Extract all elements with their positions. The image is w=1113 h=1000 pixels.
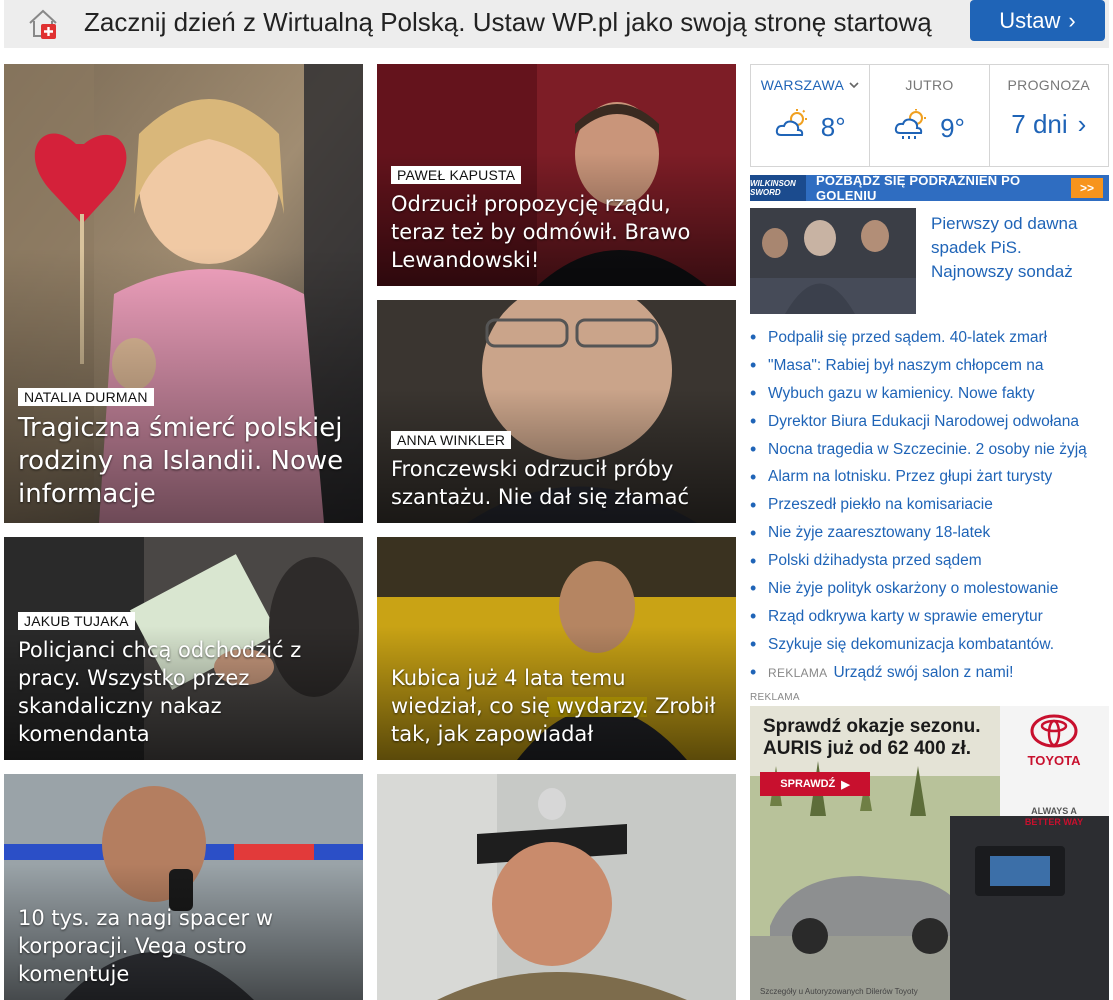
tile-title: 10 tys. za nagi spacer w korporacji. Veg… (18, 906, 274, 986)
ad-tagline-1: ALWAYS A (1031, 806, 1077, 816)
set-homepage-button[interactable]: Ustaw › (970, 0, 1105, 41)
chevron-right-icon: › (1068, 7, 1076, 33)
bullet-icon: • (750, 550, 757, 571)
start-page-banner: Zacznij dzień z Wirtualną Polską. Ustaw … (4, 0, 1109, 48)
tile-author: JAKUB TUJAKA (18, 612, 135, 630)
news-link[interactable]: Rząd odkrywa karty w sprawie emerytur (768, 608, 1043, 626)
news-tile[interactable] (377, 774, 736, 1000)
news-list: • Podpalił się przed sądem. 40-latek zmar… (750, 324, 1109, 687)
tile-title: Fronczewski odrzucił próby szantażu. Nie… (391, 457, 690, 509)
officer-photo (377, 774, 736, 1000)
news-link[interactable]: Urządź swój salon z nami! (833, 664, 1013, 682)
bullet-icon: • (750, 327, 757, 348)
bullet-icon: • (750, 634, 757, 655)
wilkinson-ad-strip[interactable]: WILKINSON SWORD POZBĄDŹ SIĘ PODRAŻNIEŃ P… (750, 173, 1109, 203)
list-item[interactable]: • Alarm na lotnisku. Przez głupi żart tur… (750, 463, 1109, 491)
list-item[interactable]: • "Masa": Rabiej był naszym chłopcem na (750, 352, 1109, 380)
chevron-right-icon: › (1077, 109, 1087, 139)
wilkinson-slogan: POZBĄDŹ SIĘ PODRAŻNIEŃ PO GOLENIU (816, 173, 1021, 203)
bullet-icon: • (750, 662, 757, 683)
check-offer-label: SPRAWDŹ (780, 778, 836, 790)
news-link[interactable]: Nocna tragedia w Szczecinie. 2 osoby nie… (768, 441, 1087, 459)
weather-widget: WARSZAWA 8° JUTRO 9° PROGNOZA 7 dni › (750, 64, 1109, 167)
news-link[interactable]: "Masa": Rabiej był naszym chłopcem na (768, 357, 1043, 375)
wilkinson-logo: WILKINSON SWORD (750, 175, 806, 201)
tile-title: Tragiczna śmierć polskiej rodziny na Isl… (18, 413, 344, 509)
list-item[interactable]: • Polski dżihadysta przed sądem (750, 547, 1109, 575)
list-item[interactable]: • Nocna tragedia w Szczecinie. 2 osoby ni… (750, 436, 1109, 464)
list-item[interactable]: • Szykuje się dekomunizacja kombatantów. (750, 631, 1109, 659)
tomorrow-label: JUTRO (905, 77, 954, 93)
news-tile[interactable]: PAWEŁ KAPUSTA Odrzucił propozycję rządu,… (377, 64, 736, 286)
list-item[interactable]: • Nie żyje zaaresztowany 18-latek (750, 519, 1109, 547)
list-item[interactable]: • Rząd odkrywa karty w sprawie emerytur (750, 603, 1109, 631)
bullet-icon: • (750, 383, 757, 404)
chevron-down-icon[interactable] (848, 77, 860, 93)
tile-author: NATALIA DURMAN (18, 388, 154, 406)
bullet-icon: • (750, 578, 757, 599)
bullet-icon: • (750, 439, 757, 459)
partly-cloudy-icon (775, 109, 811, 146)
bullet-icon: • (750, 494, 757, 515)
play-arrow-icon: ▶ (841, 778, 850, 791)
ad-price: AURIS już od 62 400 zł. (763, 738, 971, 759)
featured-story[interactable]: Pierwszy od dawna spadek PiS. Najnowszy … (750, 208, 1109, 314)
weather-forecast[interactable]: PROGNOZA 7 dni › (990, 65, 1108, 166)
city-name: WARSZAWA (760, 77, 844, 93)
ad-tag: REKLAMA (768, 665, 828, 680)
list-item[interactable]: • Przeszedł piekło na komisariacie (750, 491, 1109, 519)
wilkinson-arrow[interactable]: >> (1071, 178, 1103, 198)
toyota-logo-icon (1030, 714, 1078, 748)
parliament-photo (750, 208, 916, 314)
tile-title: Odrzucił propozycję rządu, teraz też by … (391, 192, 691, 272)
news-link[interactable]: Polski dżihadysta przed sądem (768, 552, 982, 570)
city-temp: 8° (820, 112, 846, 142)
news-link[interactable]: Nie żyje zaaresztowany 18-latek (768, 524, 990, 542)
home-plus-icon (26, 6, 60, 40)
news-tile[interactable]: JAKUB TUJAKA Policjanci chcą odchodzić z… (4, 537, 363, 760)
list-item[interactable]: • REKLAMA Urządź swój salon z nami! (750, 659, 1109, 687)
news-tile[interactable]: Kubica już 4 lata temu wiedział, co się … (377, 537, 736, 760)
set-homepage-label: Ustaw (999, 7, 1061, 33)
news-link[interactable]: Przeszedł piekło na komisariacie (768, 496, 993, 514)
banner-message: Zacznij dzień z Wirtualną Polską. Ustaw … (84, 7, 932, 37)
news-tile[interactable]: 10 tys. za nagi spacer w korporacji. Veg… (4, 774, 363, 1000)
weather-tomorrow[interactable]: JUTRO 9° (870, 65, 990, 166)
list-item[interactable]: • Wybuch gazu w kamienicy. Nowe fakty (750, 380, 1109, 408)
news-link[interactable]: Podpalił się przed sądem. 40-latek zmarł (768, 329, 1047, 347)
weather-city[interactable]: WARSZAWA 8° (751, 65, 871, 166)
ad-label: REKLAMA (750, 692, 800, 703)
bullet-icon: • (750, 355, 757, 376)
rain-cloud-icon (894, 109, 930, 148)
bullet-icon: • (750, 466, 757, 487)
toyota-ad[interactable]: Sprawdź okazje sezonu. AURIS już od 62 4… (750, 706, 1109, 1000)
list-item[interactable]: • Dyrektor Biura Edukacji Narodowej odwoł… (750, 408, 1109, 436)
bullet-icon: • (750, 522, 757, 543)
news-tile[interactable]: ANNA WINKLER Fronczewski odrzucił próby … (377, 300, 736, 523)
news-link[interactable]: Szykuje się dekomunizacja kombatantów. (768, 636, 1054, 654)
tile-title: Kubica już 4 lata temu wiedział, co się … (391, 666, 716, 746)
ad-headline: Sprawdź okazje sezonu. (763, 716, 981, 737)
list-item[interactable]: • Podpalił się przed sądem. 40-latek zmar… (750, 324, 1109, 352)
news-link[interactable]: Nie żyje polityk oskarżony o molestowani… (768, 580, 1058, 598)
ad-footnote: Szczegóły u Autoryzowanych Dilerów Toyot… (760, 987, 918, 996)
forecast-label: PROGNOZA (1007, 77, 1091, 93)
list-item[interactable]: • Nie żyje polityk oskarżony o molestowan… (750, 575, 1109, 603)
bullet-icon: • (750, 606, 757, 627)
ad-tagline-2: BETTER WAY (1024, 817, 1084, 827)
tile-author: ANNA WINKLER (391, 431, 512, 449)
tomorrow-temp: 9° (940, 113, 965, 143)
tile-author: PAWEŁ KAPUSTA (391, 166, 522, 184)
check-offer-button[interactable]: SPRAWDŹ ▶ (760, 772, 870, 796)
forecast-value: 7 dni (1011, 109, 1068, 139)
tile-title: Policjanci chcą odchodzić z pracy. Wszys… (18, 638, 302, 746)
news-link[interactable]: Wybuch gazu w kamienicy. Nowe fakty (768, 385, 1035, 403)
toyota-brand: TOYOTA (1027, 753, 1081, 768)
news-link[interactable]: Dyrektor Biura Edukacji Narodowej odwoła… (768, 413, 1079, 431)
featured-title: Pierwszy od dawna spadek PiS. Najnowszy … (931, 214, 1078, 281)
bullet-icon: • (750, 411, 757, 432)
news-tile[interactable]: NATALIA DURMAN Tragiczna śmierć polskiej… (4, 64, 363, 523)
news-link[interactable]: Alarm na lotnisku. Przez głupi żart tury… (768, 468, 1052, 486)
